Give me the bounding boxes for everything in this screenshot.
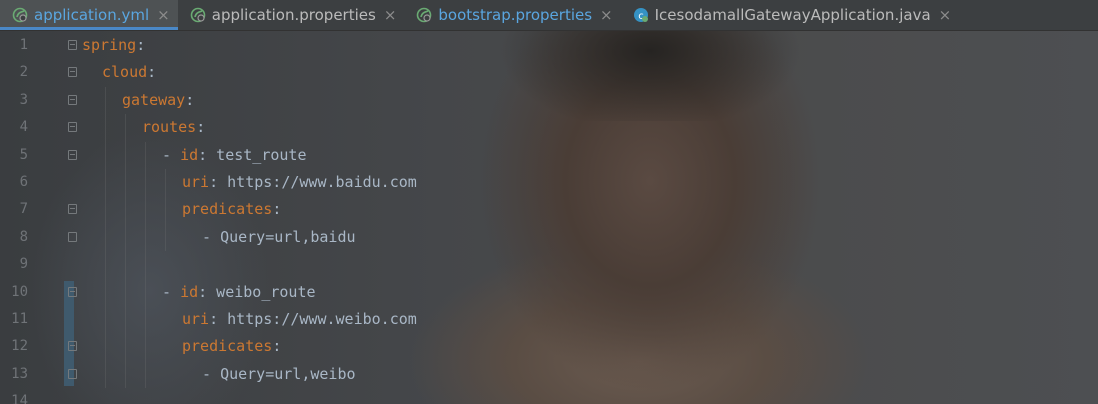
code-line[interactable]: 8 - Query=url,baidu (0, 224, 1098, 251)
fold-marker-icon[interactable] (68, 94, 77, 105)
yaml-value: https://www.weibo.com (218, 310, 417, 328)
fold-marker-icon[interactable] (68, 341, 77, 352)
fold-marker-icon[interactable] (68, 368, 77, 379)
code-line[interactable]: 10 - id: weibo_route (0, 279, 1098, 306)
close-icon[interactable]: × (600, 6, 613, 24)
line-number: 6 (19, 174, 28, 190)
code-line[interactable]: 12 predicates: (0, 333, 1098, 360)
line-number: 13 (11, 365, 28, 382)
yaml-colon: : (209, 173, 219, 191)
tab-label: application.properties (211, 6, 376, 24)
code-editor[interactable]: 1 spring: 2 cloud: 3 gateway: 4 routes: 5 - id: t… (0, 31, 1098, 404)
tab-label: IcesodamallGatewayApplication.java (654, 6, 931, 24)
spring-yml-icon (12, 7, 28, 23)
code-text: - Query=url,weibo (202, 361, 356, 388)
line-number: 1 (19, 37, 28, 53)
yaml-value: test_route (207, 145, 307, 164)
fold-marker-icon[interactable] (68, 149, 77, 160)
fold-marker-icon[interactable] (68, 122, 77, 133)
code-line[interactable]: 4 routes: (0, 114, 1098, 141)
code-text: routes: (142, 114, 205, 141)
line-number: 4 (19, 119, 28, 136)
spring-properties-icon (190, 7, 206, 23)
yaml-colon: : (147, 63, 157, 82)
list-dash: - (202, 364, 221, 383)
fold-marker-icon[interactable] (68, 40, 77, 50)
code-line[interactable]: 5 - id: test_route (0, 142, 1098, 169)
line-number: 8 (19, 228, 28, 245)
yaml-colon: : (136, 36, 146, 54)
fold-marker-icon[interactable] (68, 204, 77, 215)
yaml-key: gateway (122, 90, 186, 109)
line-number: 10 (11, 283, 28, 300)
code-text: - id: weibo_route (162, 279, 316, 306)
tab-icesodamallgatewayapplication-java[interactable]: c IcesodamallGatewayApplication.java × (621, 0, 960, 30)
code-line[interactable]: 2 cloud: (0, 59, 1098, 86)
code-text: uri: https://www.baidu.com (182, 169, 417, 196)
yaml-colon: : (198, 145, 208, 164)
line-number: 11 (11, 311, 28, 327)
yaml-key: spring (82, 36, 137, 54)
code-line[interactable]: 1 spring: (0, 32, 1098, 59)
code-text: cloud: (102, 59, 156, 86)
tab-bootstrap-properties[interactable]: bootstrap.properties × (404, 0, 620, 30)
code-line[interactable]: 7 predicates: (0, 196, 1098, 223)
yaml-value: Query=url,weibo (220, 364, 356, 383)
line-number: 12 (11, 338, 28, 355)
yaml-key: id (180, 282, 199, 301)
tab-application-yml[interactable]: application.yml × (0, 0, 178, 30)
line-number: 3 (19, 91, 28, 108)
yaml-key: routes (142, 118, 197, 137)
editor-tab-bar: application.yml × application.properties × b… (0, 0, 1098, 31)
code-line[interactable]: 14 (0, 388, 1098, 404)
code-line[interactable]: 6 uri: https://www.baidu.com (0, 169, 1098, 196)
fold-marker-icon[interactable] (68, 231, 77, 242)
code-line[interactable]: 9 (0, 251, 1098, 278)
yaml-key: id (180, 145, 199, 164)
code-text: uri: https://www.weibo.com (182, 306, 417, 333)
java-class-icon: c (633, 7, 649, 23)
yaml-key: uri (182, 173, 210, 191)
line-number: 7 (19, 201, 28, 218)
code-text: - id: test_route (162, 142, 307, 169)
yaml-value: weibo_route (207, 282, 316, 301)
tab-label: bootstrap.properties (438, 6, 593, 24)
line-number: 9 (19, 256, 28, 273)
code-text: - Query=url,baidu (202, 224, 356, 251)
list-dash: - (202, 227, 221, 246)
list-dash: - (162, 282, 181, 301)
code-line[interactable]: 11 uri: https://www.weibo.com (0, 306, 1098, 333)
fold-marker-icon[interactable] (68, 67, 77, 78)
code-text: gateway: (122, 87, 194, 114)
yaml-value: Query=url,baidu (220, 227, 356, 246)
yaml-key: predicates (182, 337, 273, 356)
close-icon[interactable]: × (384, 6, 397, 24)
line-number: 2 (19, 64, 28, 81)
code-text: spring: (82, 32, 145, 59)
line-number: 5 (19, 146, 28, 163)
yaml-colon: : (185, 90, 195, 109)
yaml-key: predicates (182, 200, 273, 219)
line-number: 14 (11, 393, 28, 404)
code-line[interactable]: 13 - Query=url,weibo (0, 361, 1098, 388)
tab-application-properties[interactable]: application.properties × (178, 0, 405, 30)
close-icon[interactable]: × (939, 6, 952, 24)
fold-marker-icon[interactable] (68, 286, 77, 297)
yaml-colon: : (198, 282, 208, 301)
yaml-colon: : (272, 200, 282, 219)
yaml-key: uri (182, 310, 210, 328)
yaml-colon: : (209, 310, 219, 328)
tab-label: application.yml (34, 6, 150, 24)
yaml-value: https://www.baidu.com (218, 173, 417, 191)
code-line[interactable]: 3 gateway: (0, 87, 1098, 114)
list-dash: - (162, 145, 181, 164)
yaml-colon: : (272, 337, 282, 356)
yaml-colon: : (196, 118, 206, 137)
yaml-key: cloud (102, 63, 148, 82)
code-text: predicates: (182, 196, 281, 223)
code-text: predicates: (182, 333, 281, 360)
spring-properties-icon (416, 7, 432, 23)
close-icon[interactable]: × (157, 6, 170, 24)
